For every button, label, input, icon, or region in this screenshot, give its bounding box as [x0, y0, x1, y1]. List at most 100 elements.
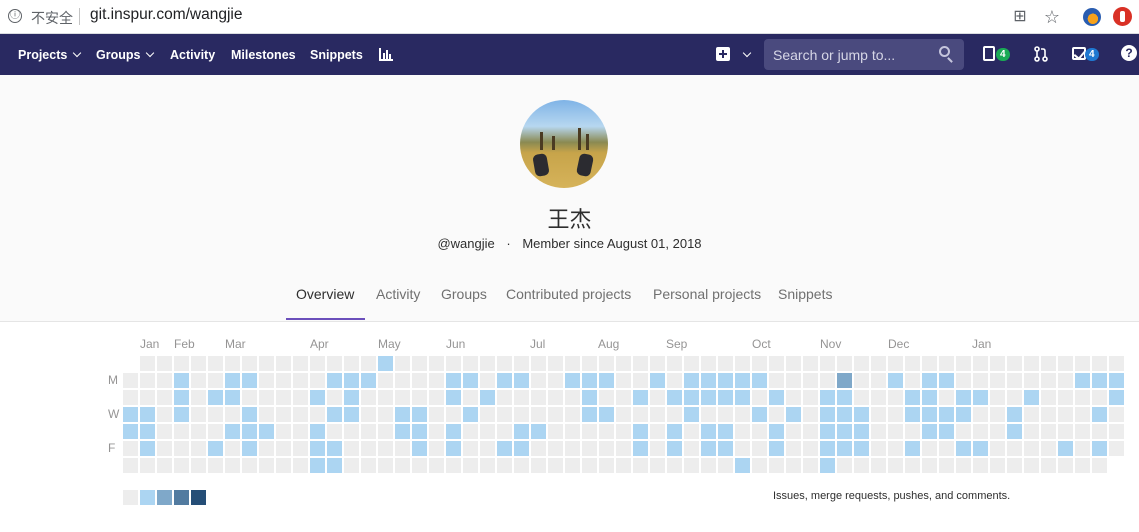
tab-activity[interactable]: Activity [376, 286, 420, 302]
url-field[interactable]: git.inspur.com/wangjie [90, 6, 243, 24]
contribution-day-cell[interactable] [259, 373, 274, 388]
contribution-day-cell[interactable] [718, 441, 733, 456]
contribution-day-cell[interactable] [514, 373, 529, 388]
contribution-day-cell[interactable] [225, 441, 240, 456]
contribution-day-cell[interactable] [939, 390, 954, 405]
contribution-day-cell[interactable] [548, 356, 563, 371]
contribution-day-cell[interactable] [1041, 458, 1056, 473]
contribution-day-cell[interactable] [1058, 424, 1073, 439]
contribution-day-cell[interactable] [1007, 390, 1022, 405]
contribution-day-cell[interactable] [922, 458, 937, 473]
contribution-day-cell[interactable] [735, 458, 750, 473]
contribution-day-cell[interactable] [378, 390, 393, 405]
contribution-day-cell[interactable] [412, 441, 427, 456]
contribution-day-cell[interactable] [1007, 356, 1022, 371]
contribution-day-cell[interactable] [191, 390, 206, 405]
contribution-day-cell[interactable] [599, 373, 614, 388]
contribution-day-cell[interactable] [548, 458, 563, 473]
contribution-day-cell[interactable] [395, 458, 410, 473]
contribution-day-cell[interactable] [565, 458, 580, 473]
contribution-day-cell[interactable] [412, 458, 427, 473]
contribution-day-cell[interactable] [1058, 356, 1073, 371]
contribution-day-cell[interactable] [769, 407, 784, 422]
contribution-day-cell[interactable] [565, 441, 580, 456]
contribution-day-cell[interactable] [905, 424, 920, 439]
contribution-day-cell[interactable] [922, 441, 937, 456]
contribution-day-cell[interactable] [599, 424, 614, 439]
contribution-day-cell[interactable] [395, 356, 410, 371]
contribution-day-cell[interactable] [701, 390, 716, 405]
contribution-day-cell[interactable] [820, 373, 835, 388]
contribution-day-cell[interactable] [480, 407, 495, 422]
contribution-day-cell[interactable] [1092, 458, 1107, 473]
contribution-day-cell[interactable] [990, 441, 1005, 456]
contribution-day-cell[interactable] [1041, 424, 1056, 439]
translate-icon[interactable]: ⊞ [1010, 7, 1030, 27]
contribution-day-cell[interactable] [259, 424, 274, 439]
contribution-day-cell[interactable] [1007, 458, 1022, 473]
contribution-day-cell[interactable] [582, 373, 597, 388]
contribution-day-cell[interactable] [1041, 373, 1056, 388]
contribution-day-cell[interactable] [803, 373, 818, 388]
contribution-day-cell[interactable] [820, 390, 835, 405]
contribution-day-cell[interactable] [786, 424, 801, 439]
contribution-day-cell[interactable] [140, 390, 155, 405]
contribution-day-cell[interactable] [803, 424, 818, 439]
contribution-day-cell[interactable] [956, 390, 971, 405]
contribution-day-cell[interactable] [1075, 458, 1090, 473]
contribution-day-cell[interactable] [1058, 390, 1073, 405]
contribution-day-cell[interactable] [650, 356, 665, 371]
contribution-day-cell[interactable] [1075, 407, 1090, 422]
tab-groups[interactable]: Groups [441, 286, 487, 302]
contribution-day-cell[interactable] [1007, 424, 1022, 439]
contribution-day-cell[interactable] [990, 373, 1005, 388]
contribution-day-cell[interactable] [616, 424, 631, 439]
contribution-day-cell[interactable] [599, 356, 614, 371]
contribution-day-cell[interactable] [973, 407, 988, 422]
contribution-day-cell[interactable] [871, 373, 886, 388]
contribution-day-cell[interactable] [973, 356, 988, 371]
contribution-day-cell[interactable] [786, 390, 801, 405]
contribution-day-cell[interactable] [1041, 441, 1056, 456]
contribution-day-cell[interactable] [1092, 407, 1107, 422]
contribution-day-cell[interactable] [939, 441, 954, 456]
contribution-day-cell[interactable] [650, 424, 665, 439]
contribution-day-cell[interactable] [905, 441, 920, 456]
contribution-day-cell[interactable] [599, 441, 614, 456]
contribution-day-cell[interactable] [1024, 356, 1039, 371]
contribution-day-cell[interactable] [803, 458, 818, 473]
contribution-day-cell[interactable] [905, 390, 920, 405]
contribution-day-cell[interactable] [905, 356, 920, 371]
contribution-day-cell[interactable] [395, 390, 410, 405]
contribution-day-cell[interactable] [752, 356, 767, 371]
contribution-day-cell[interactable] [463, 356, 478, 371]
contribution-day-cell[interactable] [871, 390, 886, 405]
contribution-day-cell[interactable] [242, 356, 257, 371]
contribution-day-cell[interactable] [837, 441, 852, 456]
contribution-day-cell[interactable] [1109, 356, 1124, 371]
contribution-day-cell[interactable] [565, 407, 580, 422]
contribution-day-cell[interactable] [480, 441, 495, 456]
contribution-day-cell[interactable] [378, 356, 393, 371]
contribution-day-cell[interactable] [327, 424, 342, 439]
contribution-day-cell[interactable] [361, 356, 376, 371]
contribution-day-cell[interactable] [344, 441, 359, 456]
contribution-day-cell[interactable] [140, 458, 155, 473]
contribution-day-cell[interactable] [429, 441, 444, 456]
contribution-day-cell[interactable] [888, 441, 903, 456]
contribution-day-cell[interactable] [769, 441, 784, 456]
contribution-day-cell[interactable] [718, 458, 733, 473]
contribution-day-cell[interactable] [854, 424, 869, 439]
contribution-day-cell[interactable] [225, 424, 240, 439]
contribution-day-cell[interactable] [616, 373, 631, 388]
contribution-day-cell[interactable] [310, 458, 325, 473]
nav-milestones[interactable]: Milestones [231, 34, 296, 75]
contribution-day-cell[interactable] [480, 458, 495, 473]
contribution-day-cell[interactable] [208, 373, 223, 388]
contribution-day-cell[interactable] [1075, 424, 1090, 439]
contribution-day-cell[interactable] [123, 373, 138, 388]
contribution-day-cell[interactable] [973, 390, 988, 405]
nav-projects[interactable]: Projects [18, 34, 82, 75]
contribution-day-cell[interactable] [1075, 373, 1090, 388]
contribution-day-cell[interactable] [429, 407, 444, 422]
